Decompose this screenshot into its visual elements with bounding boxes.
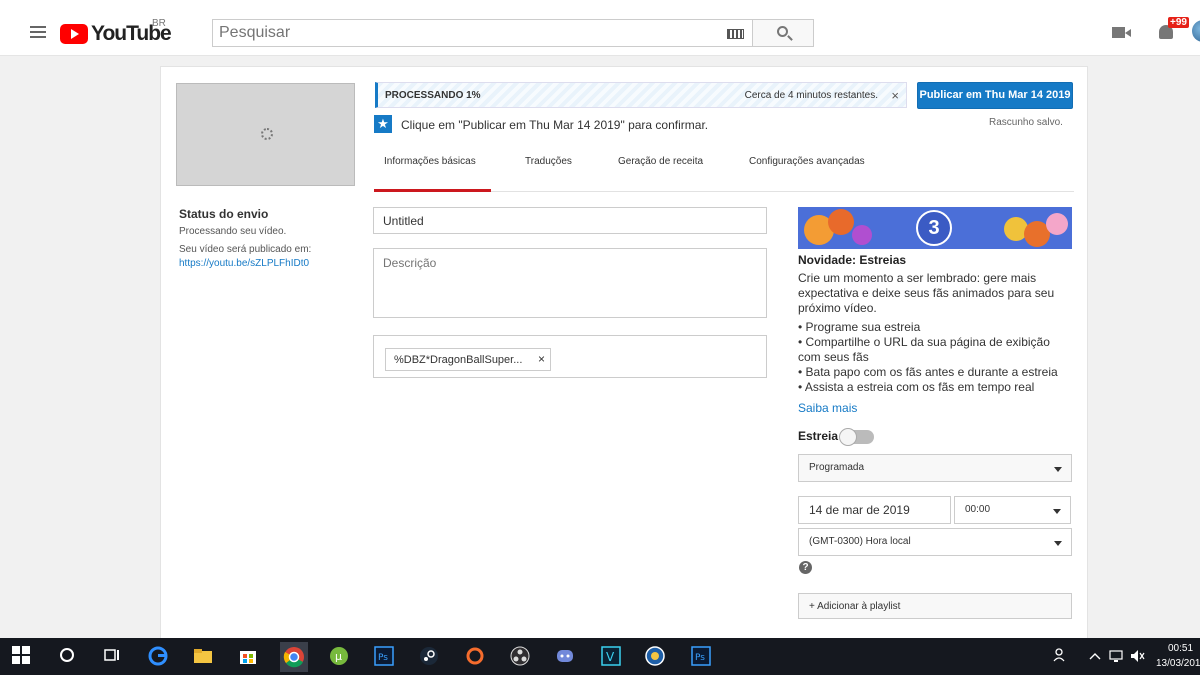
photoshop-icon[interactable]: Ps [691,646,713,668]
add-playlist-button[interactable]: + Adicionar à playlist [798,593,1072,619]
learn-more-link[interactable]: Saiba mais [798,401,857,415]
svg-text:V: V [606,650,615,664]
draft-saved-status: Rascunho salvo. [989,117,1063,128]
remove-tag-icon[interactable]: × [538,352,545,366]
utorrent-icon[interactable]: µ [329,646,351,668]
tab-advanced-settings[interactable]: Configurações avançadas [749,156,865,192]
list-item: • Bata papo com os fãs antes e durante a… [798,365,1058,379]
menu-icon[interactable] [30,26,46,38]
help-icon[interactable]: ? [799,561,812,574]
date-input[interactable]: 14 de mar de 2019 [798,496,951,524]
app-icon[interactable] [645,646,667,668]
time-select[interactable]: 00:00 [954,496,1071,524]
countdown-badge: 3 [916,210,952,246]
clock-time[interactable]: 00:51 [1168,643,1193,654]
tags-input[interactable]: %DBZ*DragonBallSuper... × [373,335,767,378]
discord-icon[interactable] [555,646,577,668]
chrome-icon[interactable] [280,642,308,672]
upload-status-text: Processando seu vídeo. [179,226,287,237]
video-thumbnail [176,83,355,186]
timezone-select[interactable]: (GMT-0300) Hora local [798,528,1072,556]
tab-monetization[interactable]: Geração de receita [618,156,703,192]
list-item: • Assista a estreia com os fãs em tempo … [798,380,1035,394]
star-icon: ★ [374,115,392,133]
premiere-features: • Programe sua estreia • Compartilhe o U… [798,320,1070,395]
tag-chip: %DBZ*DragonBallSuper... × [385,348,551,371]
cartoon-character-icon [852,225,872,245]
confirm-message: Clique em "Publicar em Thu Mar 14 2019" … [401,118,709,132]
people-icon[interactable] [1052,646,1074,668]
obs-icon[interactable] [510,646,532,668]
windows-taskbar: µ Ps V Ps 00:51 13/03/2019 [0,638,1200,675]
publish-info-text: Seu vídeo será publicado em: [179,244,312,255]
notification-badge: +99 [1168,17,1189,28]
chevron-up-icon[interactable] [1088,646,1110,668]
premiere-toggle-label: Estreia [798,429,839,443]
chevron-down-icon [1054,541,1062,546]
description-input[interactable] [373,248,767,318]
tab-bar: Informações básicas Traduções Geração de… [374,146,1074,192]
svg-text:Ps: Ps [695,653,705,663]
toggle-knob [839,428,857,446]
tag-label: %DBZ*DragonBallSuper... [394,354,523,366]
search-circle-icon[interactable] [58,646,80,668]
search-button[interactable] [752,19,814,47]
svg-text:µ: µ [335,650,342,663]
premiere-banner: 3 [798,207,1072,249]
top-bar: YouTube BR +99 [0,0,1200,56]
svg-text:Ps: Ps [378,653,388,663]
visibility-select[interactable]: Programada [798,454,1072,482]
file-explorer-icon[interactable] [193,646,215,668]
publish-button[interactable]: Publicar em Thu Mar 14 2019 [917,82,1073,109]
volume-icon[interactable] [1129,646,1151,668]
list-item: • Compartilhe o URL da sua página de exi… [798,335,1050,364]
processing-remaining: Cerca de 4 minutos restantes. [744,90,878,101]
list-item: • Programe sua estreia [798,320,921,334]
youtube-play-icon [60,24,88,44]
search-box [212,19,753,47]
windows-start-icon[interactable] [12,646,34,668]
upload-video-icon[interactable] [1112,27,1131,38]
title-input[interactable]: Untitled [373,207,767,234]
avatar[interactable] [1192,20,1200,42]
close-icon[interactable]: × [891,88,899,103]
chevron-down-icon [1054,467,1062,472]
vegas-icon[interactable]: V [601,646,623,668]
steam-icon[interactable] [419,646,441,668]
origin-icon[interactable] [465,646,487,668]
clock-date[interactable]: 13/03/2019 [1156,658,1200,669]
processing-bar: PROCESSANDO 1% Cerca de 4 minutos restan… [375,82,907,108]
keyboard-icon[interactable] [727,29,744,39]
region-label: BR [152,18,166,29]
cartoon-character-icon [1046,213,1068,235]
search-icon [777,26,788,37]
network-icon[interactable] [1108,646,1130,668]
tab-translations[interactable]: Traduções [525,156,572,192]
video-url-link[interactable]: https://youtu.be/sZLPLFhIDt0 [179,258,309,269]
premiere-title: Novidade: Estreias [798,253,907,267]
task-view-icon[interactable] [102,646,124,668]
search-input[interactable] [213,20,713,46]
edge-icon[interactable] [148,646,170,668]
upload-status-title: Status do envio [179,207,269,221]
tab-basic-info[interactable]: Informações básicas [374,156,491,192]
cartoon-character-icon [828,209,854,235]
loading-spinner-icon [261,128,273,140]
photoshop-icon[interactable]: Ps [374,646,396,668]
premiere-toggle[interactable] [839,428,874,446]
processing-label: PROCESSANDO 1% [385,90,481,101]
chevron-down-icon [1053,509,1061,514]
premiere-description: Crie um momento a ser lembrado: gere mai… [798,271,1055,315]
store-icon[interactable] [238,646,260,668]
